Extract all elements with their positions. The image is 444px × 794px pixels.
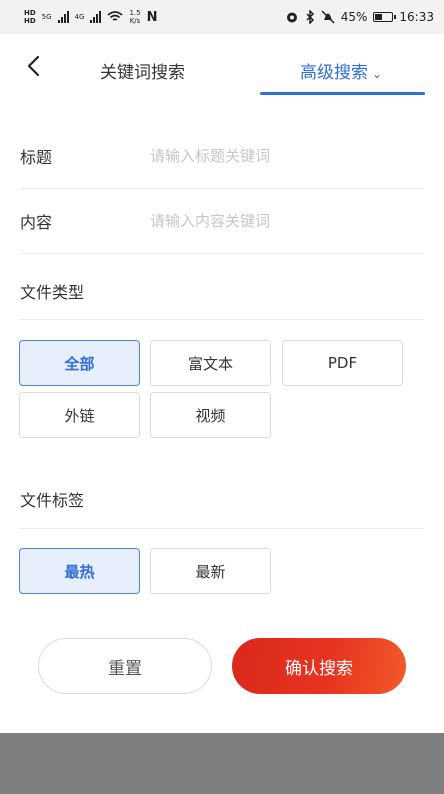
title-keyword-input[interactable] [150, 147, 400, 165]
net-speed-unit: K/s [129, 17, 141, 25]
search-header: 关键词搜索 高级搜索 ⌄ [0, 34, 444, 100]
hd-top-label: HD [24, 9, 36, 17]
battery-icon [373, 12, 397, 22]
net-speed: 1.5 K/s [129, 9, 140, 25]
tab-advanced-label: 高级搜索 [300, 63, 368, 83]
signal-1-icon [57, 11, 69, 23]
nfc-icon: N [146, 9, 158, 25]
confirm-search-button[interactable]: 确认搜索 [232, 638, 406, 694]
clock-time: 16:33 [399, 10, 434, 24]
file-type-title: 文件类型 [20, 283, 85, 302]
title-row: 标题 [20, 124, 424, 189]
title-label: 标题 [20, 148, 53, 167]
file-tag-divider [20, 528, 424, 529]
chevron-down-icon: ⌄ [372, 67, 383, 81]
content-keyword-input[interactable] [150, 212, 400, 230]
file-type-option-pdf[interactable]: PDF [282, 340, 403, 386]
content-label: 内容 [20, 213, 53, 232]
status-left: HD HD 5G 4G 1.5 K/s N [24, 9, 157, 25]
status-bar: HD HD 5G 4G 1.5 K/s N 45% 16:33 [0, 0, 444, 34]
active-tab-indicator [260, 92, 425, 95]
battery-percent: 45% [340, 10, 368, 24]
file-type-option-all[interactable]: 全部 [19, 340, 140, 386]
bottom-overlay [0, 733, 444, 794]
signal-1-label: 5G [41, 13, 52, 21]
alarm-icon [286, 12, 297, 23]
file-tag-option-new[interactable]: 最新 [150, 548, 271, 594]
reset-button[interactable]: 重置 [38, 638, 212, 694]
net-speed-value: 1.5 [129, 9, 141, 17]
file-type-option-link[interactable]: 外链 [19, 392, 140, 438]
content-row: 内容 [20, 189, 424, 254]
wifi-icon [107, 11, 123, 21]
back-arrow-icon[interactable] [22, 54, 46, 78]
file-type-divider [20, 319, 424, 320]
mute-icon [321, 10, 335, 24]
signal-2-label: 4G [74, 13, 85, 21]
hd-indicator: HD HD [24, 9, 36, 25]
hd-bottom-label: HD [24, 17, 36, 25]
file-type-option-video[interactable]: 视频 [150, 392, 271, 438]
file-tag-title: 文件标签 [20, 491, 85, 510]
file-type-option-richtext[interactable]: 富文本 [150, 340, 271, 386]
status-right: 45% 16:33 [285, 10, 434, 24]
file-tag-option-hot[interactable]: 最热 [19, 548, 140, 594]
bluetooth-icon [306, 10, 314, 24]
tab-keyword-search[interactable]: 关键词搜索 [100, 58, 185, 83]
tab-advanced-search[interactable]: 高级搜索 ⌄ [300, 58, 382, 83]
signal-2-icon [90, 11, 102, 23]
